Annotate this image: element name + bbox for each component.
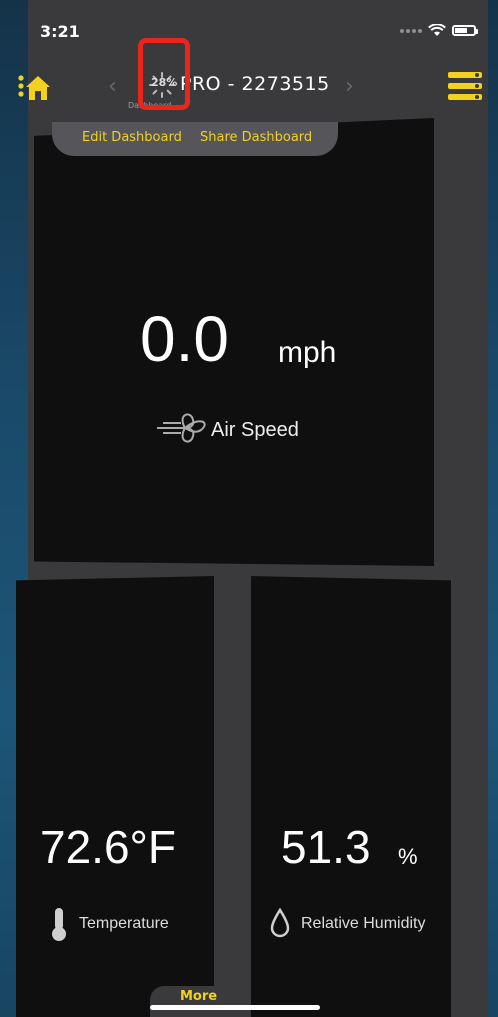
humidity-unit: % bbox=[398, 844, 418, 869]
humidity-value: 51.3 bbox=[281, 821, 371, 873]
home-button[interactable] bbox=[18, 72, 50, 102]
home-icon bbox=[18, 75, 50, 100]
menu-bar bbox=[448, 94, 482, 100]
status-time: 3:21 bbox=[40, 22, 80, 41]
air-speed-unit: mph bbox=[278, 336, 337, 369]
battery-icon bbox=[452, 25, 478, 36]
share-dashboard-button[interactable]: Share Dashboard bbox=[200, 130, 312, 145]
thermometer-icon bbox=[52, 908, 66, 941]
cellular-signal-icon bbox=[400, 28, 422, 33]
menu-bar bbox=[448, 83, 482, 89]
device-title[interactable]: PRO - 2273515 bbox=[180, 73, 330, 95]
edit-dashboard-button[interactable]: Edit Dashboard bbox=[82, 130, 182, 145]
air-speed-value: 0.0 bbox=[140, 303, 229, 375]
temperature-panel[interactable] bbox=[16, 576, 214, 1017]
humidity-label: Relative Humidity bbox=[301, 915, 426, 932]
air-speed-panel[interactable] bbox=[34, 118, 434, 566]
highlight-box bbox=[138, 38, 190, 110]
chevron-left-icon: ‹ bbox=[108, 74, 117, 99]
menu-button[interactable] bbox=[448, 72, 482, 102]
previous-device-button[interactable]: ‹ bbox=[108, 74, 117, 99]
air-speed-label: Air Speed bbox=[211, 419, 299, 441]
home-indicator[interactable] bbox=[150, 1005, 320, 1010]
dashboard-tab-bar: Edit Dashboard Share Dashboard bbox=[52, 122, 338, 156]
menu-bar bbox=[448, 72, 482, 78]
temperature-label: Temperature bbox=[79, 915, 169, 932]
humidity-panel[interactable] bbox=[251, 576, 451, 1017]
next-device-button[interactable]: › bbox=[345, 74, 354, 99]
more-button[interactable]: More bbox=[180, 989, 217, 1004]
droplet-icon bbox=[270, 908, 290, 938]
wifi-icon bbox=[428, 24, 446, 36]
fan-icon bbox=[157, 413, 206, 443]
temperature-value: 72.6°F bbox=[40, 821, 177, 873]
chevron-right-icon: › bbox=[345, 74, 354, 99]
status-icons bbox=[400, 24, 478, 37]
